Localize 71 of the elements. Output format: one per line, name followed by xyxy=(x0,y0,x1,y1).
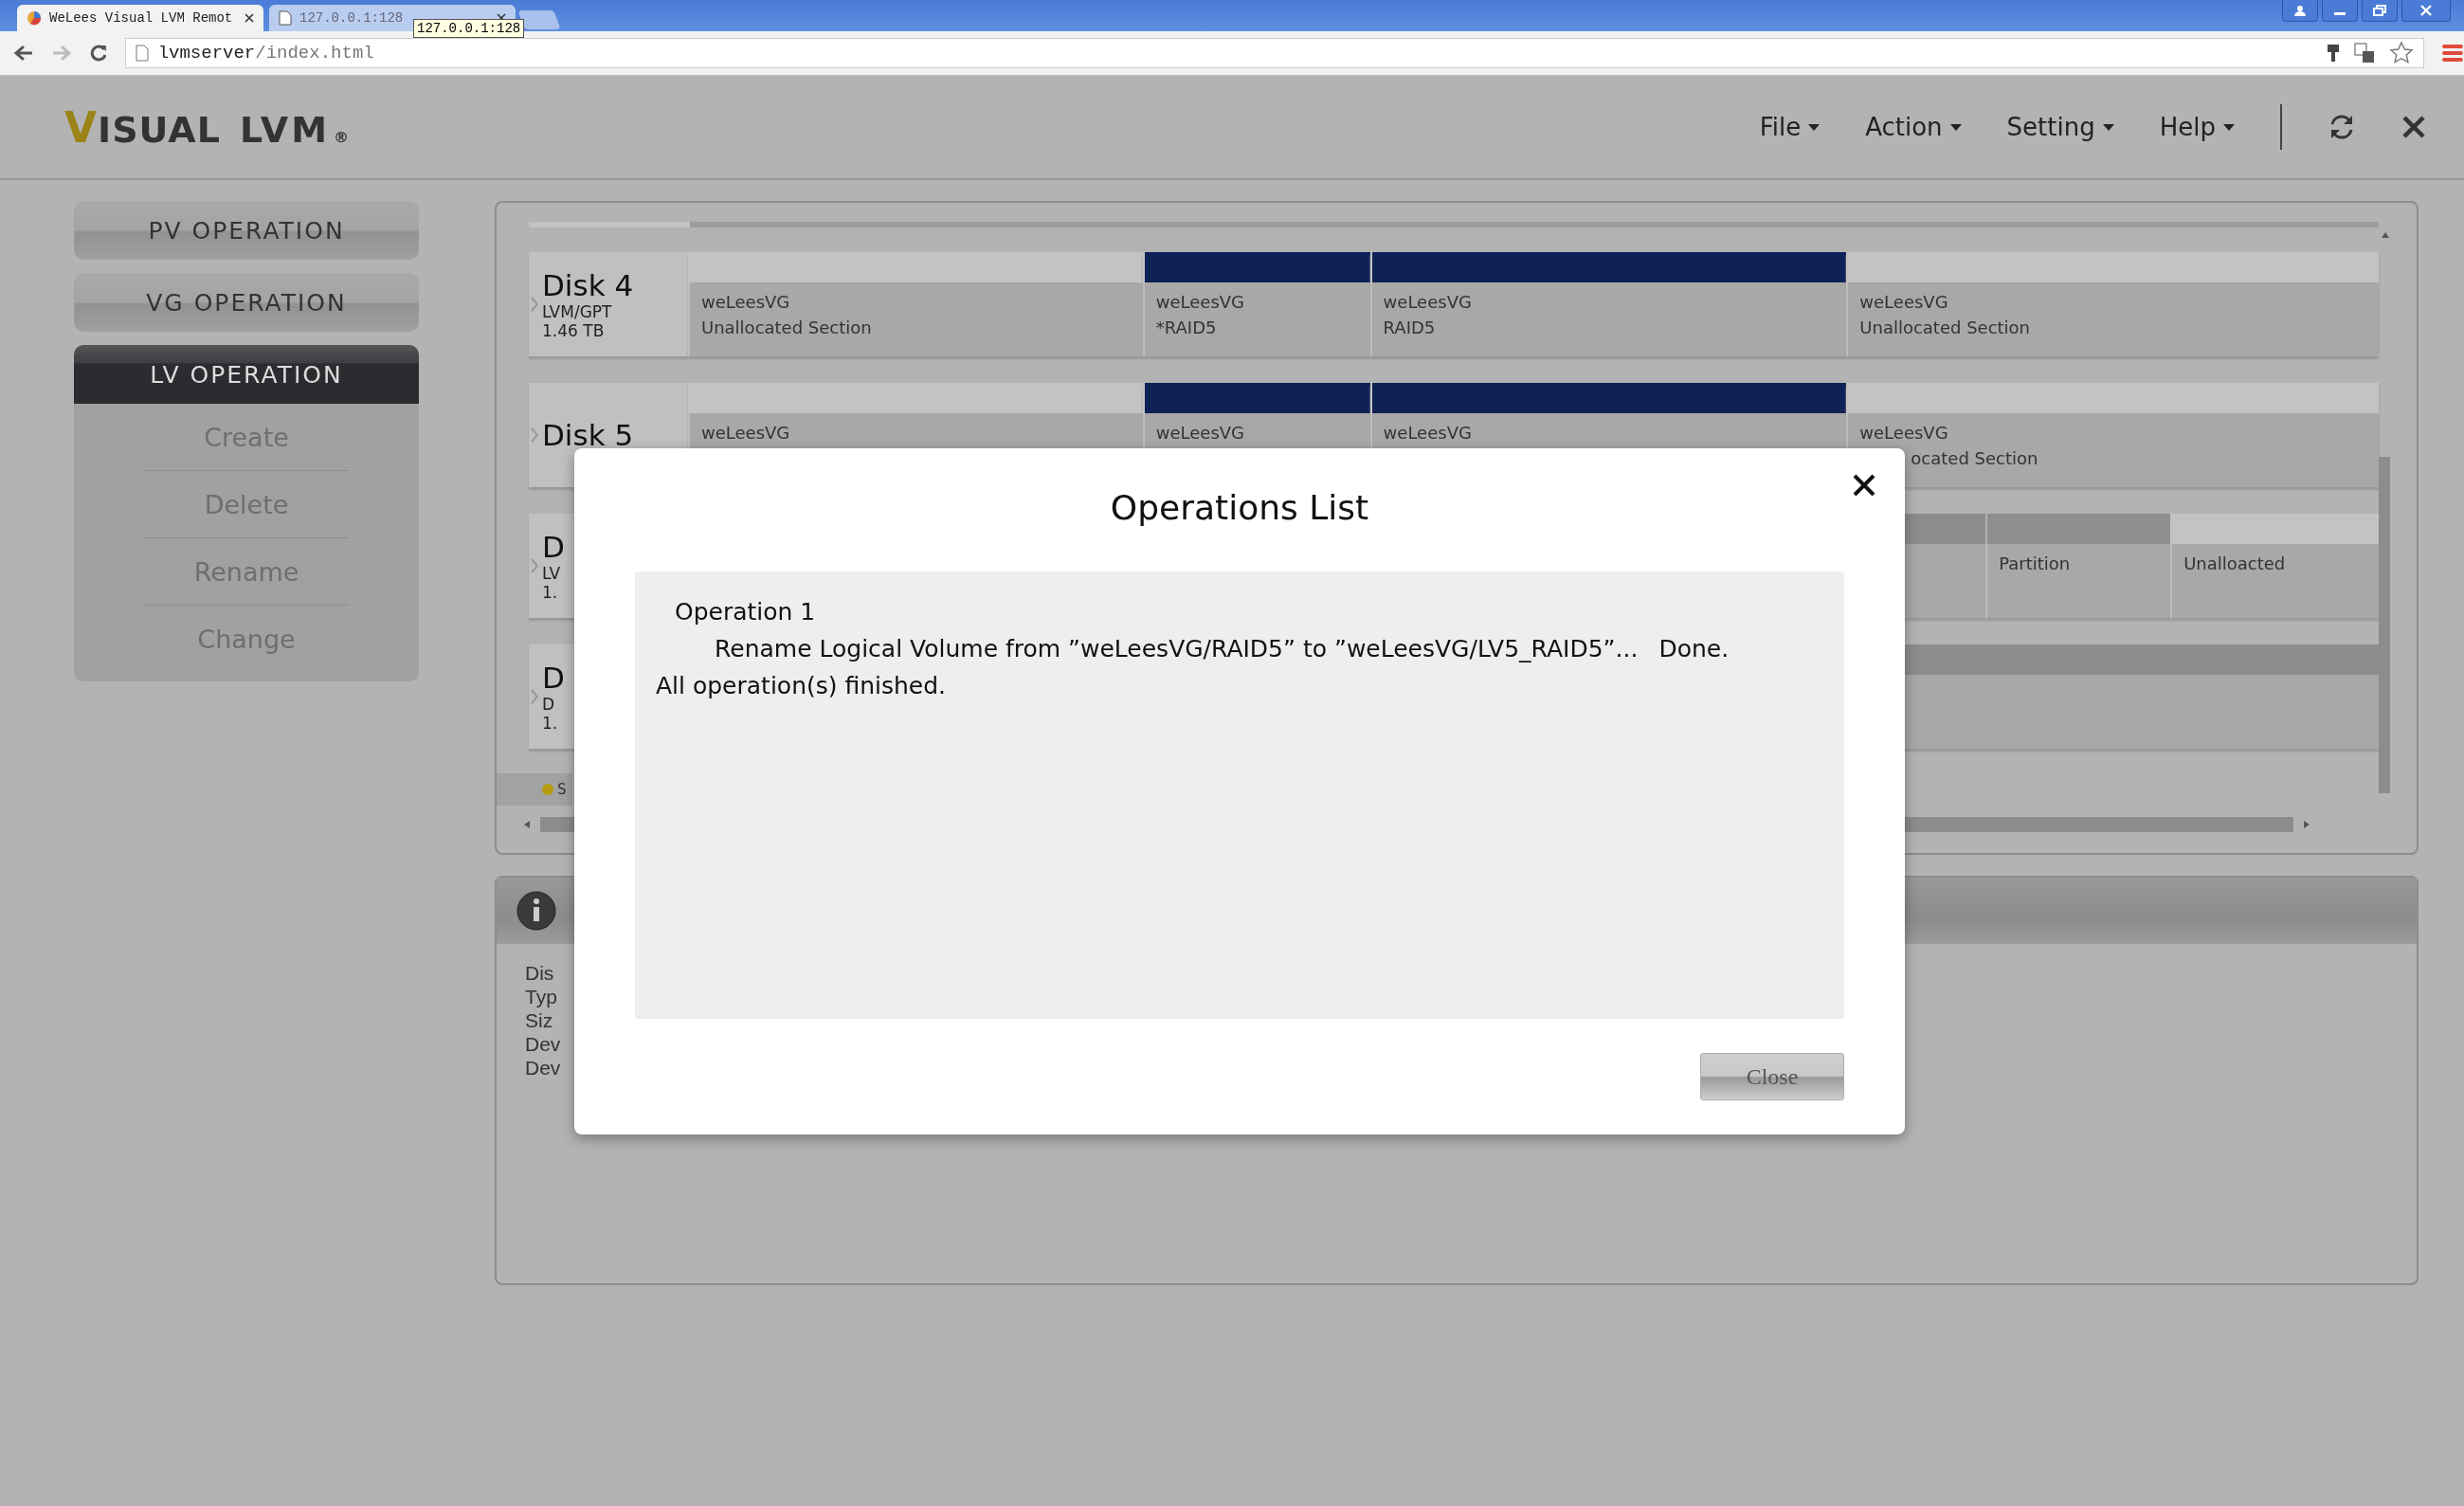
star-icon[interactable] xyxy=(2389,41,2415,65)
close-icon[interactable] xyxy=(1852,473,1876,498)
sidebar-section-button[interactable]: PV OPERATION xyxy=(74,201,419,260)
segment-label: Unalloacted xyxy=(2183,553,2287,573)
key-icon[interactable] xyxy=(2327,43,2341,64)
volume-group-name: weLeesVG xyxy=(701,292,791,312)
volume-group-name: weLeesVG xyxy=(1859,292,1949,312)
disk-label-card[interactable]: Disk 4 LVM/GPT 1.46 TB xyxy=(529,252,688,356)
segment-label: *RAID5 xyxy=(1155,318,1218,337)
info-label: Siz xyxy=(525,1008,553,1032)
close-icon[interactable] xyxy=(245,13,254,23)
operation-detail: Rename Logical Volume from ”weLeesVG/RAID5” to ”weLeesVG/LV5_RAID5”... xyxy=(715,635,1639,662)
info-label: Dev xyxy=(525,1056,561,1080)
menu-item[interactable]: File xyxy=(1759,113,1821,141)
segment-label: Unallocated Section xyxy=(1859,318,2032,337)
operation-title: Operation 1 xyxy=(674,598,817,626)
menu-item[interactable]: Action xyxy=(1865,113,1962,141)
disk-type: D xyxy=(542,695,556,714)
colorful-circle-icon xyxy=(27,10,42,26)
sidebar-section-button[interactable]: LV OPERATION xyxy=(74,345,419,404)
reload-icon[interactable] xyxy=(88,44,108,63)
scroll-up-icon[interactable] xyxy=(2381,231,2390,239)
volume-group-name: weLeesVG xyxy=(1155,292,1246,312)
disk-name: D xyxy=(542,530,565,564)
minimize-icon[interactable] xyxy=(2322,0,2358,22)
info-label: Typ xyxy=(525,985,557,1008)
operations-summary: All operation(s) finished. xyxy=(656,672,948,699)
address-field[interactable]: lvmserver/index.html xyxy=(124,38,2425,68)
tooltip: 127.0.0.1:128 xyxy=(413,19,525,38)
info-icon xyxy=(516,890,557,932)
logo: VISUAL LVM® xyxy=(64,102,351,152)
volume-group-name: weLeesVG xyxy=(701,423,791,443)
info-label: Dev xyxy=(525,1032,561,1056)
segment-label: ocated Section xyxy=(1910,448,2039,468)
menu-item[interactable]: Help xyxy=(2159,113,2235,141)
info-label: Dis xyxy=(525,961,554,985)
segment-label: Unallocated Section xyxy=(701,318,873,337)
status-dot-icon xyxy=(542,784,553,795)
translate-icon[interactable] xyxy=(2353,42,2377,64)
disk-type: LVM/GPT xyxy=(542,302,613,321)
close-icon[interactable] xyxy=(2401,115,2426,139)
segment-label: RAID5 xyxy=(1383,318,1437,337)
volume-group-name: weLeesVG xyxy=(1383,292,1473,312)
scroll-right-icon[interactable] xyxy=(2303,820,2310,829)
menu-item[interactable]: Setting xyxy=(2006,113,2114,141)
disk-size: 1. xyxy=(542,714,559,733)
legend-text: S xyxy=(557,781,567,798)
vertical-scrollbar[interactable] xyxy=(2379,457,2390,793)
menu-icon[interactable] xyxy=(2441,43,2464,64)
back-icon[interactable] xyxy=(13,44,34,63)
volume-group-name: weLeesVG xyxy=(1383,423,1473,443)
sidebar-section-button[interactable]: VG OPERATION xyxy=(74,273,419,332)
segment-label: Partition xyxy=(1999,553,2072,573)
user-icon[interactable] xyxy=(2282,0,2318,22)
page-icon xyxy=(279,10,292,26)
dialog-title: Operations List xyxy=(1109,488,1370,529)
volume-group-name: weLeesVG xyxy=(1155,423,1246,443)
disk-size: 1.46 TB xyxy=(542,321,606,340)
scroll-left-icon[interactable] xyxy=(523,820,531,829)
volume-group-name: weLeesVG xyxy=(1859,423,1949,443)
restore-icon[interactable] xyxy=(2362,0,2398,22)
disk-type: LV xyxy=(542,564,562,583)
disk-size: 1. xyxy=(542,583,559,602)
disk-name: D xyxy=(542,661,565,695)
browser-tab[interactable]: WeLees Visual LVM Remot xyxy=(17,5,263,31)
close-button[interactable]: Close xyxy=(1700,1053,1844,1100)
close-icon[interactable] xyxy=(2401,0,2451,22)
disk-name: Disk 4 xyxy=(542,268,634,302)
page-icon xyxy=(135,45,149,62)
disk-name: Disk 5 xyxy=(542,418,634,452)
operation-status: Done. xyxy=(1658,635,1730,662)
